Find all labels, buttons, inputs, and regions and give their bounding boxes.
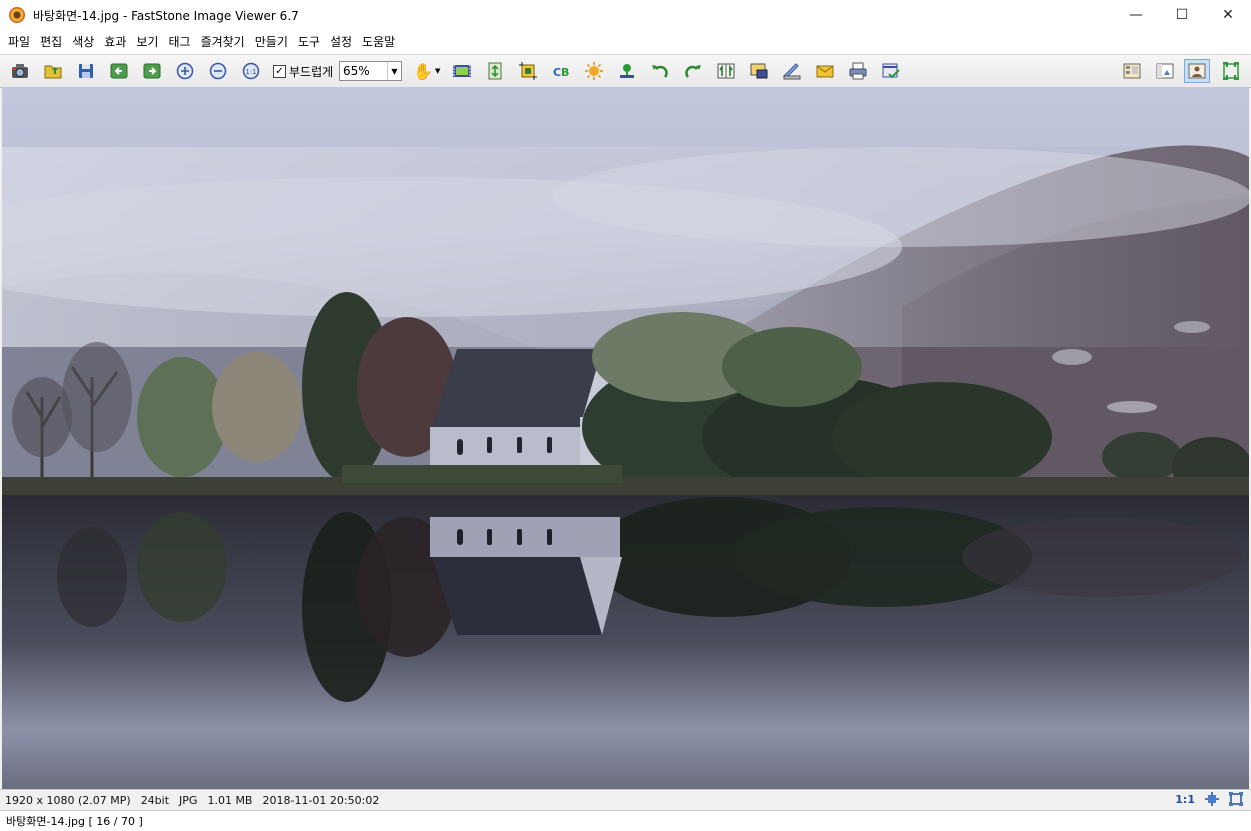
fullscreen-small-icon[interactable] <box>1229 792 1243 806</box>
screen-capture-icon <box>750 63 768 79</box>
menu-settings[interactable]: 설정 <box>325 30 357 54</box>
image-dimensions: 1920 x 1080 (2.07 MP) <box>5 793 131 807</box>
smooth-checkbox[interactable]: ✓ <box>273 65 286 78</box>
menu-favorites[interactable]: 즐겨찾기 <box>196 30 250 54</box>
maximize-button[interactable]: ☐ <box>1159 0 1205 30</box>
chevron-down-icon[interactable]: ▼ <box>387 62 401 80</box>
actual-size-button[interactable]: 1:1 <box>240 60 262 82</box>
menu-bar: 파일 편집 색상 효과 보기 태그 즐겨찾기 만들기 도구 설정 도움말 <box>0 30 1251 55</box>
app-logo-icon <box>9 7 25 23</box>
menu-file[interactable]: 파일 <box>0 30 35 54</box>
resize-button[interactable] <box>484 60 506 82</box>
viewer-layout-button[interactable] <box>1184 59 1210 83</box>
tag-button[interactable] <box>880 60 902 82</box>
actual-size-toggle[interactable]: 1:1 <box>1175 793 1195 806</box>
open-folder-icon <box>44 65 62 79</box>
actual-size-icon: 1:1 <box>242 62 260 80</box>
prev-icon <box>110 63 128 79</box>
resize-icon <box>488 62 502 80</box>
adjust-lighting-button[interactable] <box>583 60 605 82</box>
close-button[interactable]: ✕ <box>1205 0 1251 30</box>
menu-view[interactable]: 보기 <box>131 30 163 54</box>
svg-text:B: B <box>561 66 569 79</box>
zoom-in-icon <box>176 62 194 80</box>
viewer-layout-icon <box>1188 63 1206 79</box>
browser-layout-button[interactable] <box>1152 59 1178 83</box>
browser-layout-icon <box>1156 63 1174 79</box>
open-button[interactable] <box>42 60 64 82</box>
zoom-out-icon <box>209 62 227 80</box>
fullscreen-button[interactable] <box>1218 59 1244 83</box>
scanner-button[interactable] <box>781 60 803 82</box>
color-button[interactable]: CB <box>550 60 572 82</box>
toolbar: 1:1 ✓ 부드럽게 65% ▼ ✋ ▼ CB <box>0 55 1251 88</box>
print-icon <box>849 62 867 80</box>
tag-check-icon <box>882 63 900 79</box>
stamp-icon <box>620 64 634 78</box>
screen-capture-button[interactable] <box>748 60 770 82</box>
print-button[interactable] <box>847 60 869 82</box>
window-title: 바탕화면-14.jpg - FastStone Image Viewer 6.7 <box>33 8 299 23</box>
crop-icon <box>519 62 537 80</box>
file-name-index: 바탕화면-14.jpg [ 16 / 70 ] <box>6 815 143 828</box>
email-icon <box>816 65 834 78</box>
flip-button[interactable] <box>715 60 737 82</box>
rotate-left-icon <box>652 65 668 78</box>
camera-button[interactable] <box>9 60 31 82</box>
menu-edit[interactable]: 편집 <box>35 30 67 54</box>
color-cb-icon: CB <box>553 66 569 79</box>
sun-adjust-icon <box>585 62 603 80</box>
hand-tool-icon[interactable]: ✋ <box>413 62 433 81</box>
next-icon <box>143 63 161 79</box>
prev-button[interactable] <box>108 60 130 82</box>
menu-effects[interactable]: 효과 <box>99 30 131 54</box>
status-bar: 1920 x 1080 (2.07 MP) 24bit JPG 1.01 MB … <box>0 789 1251 810</box>
zoom-out-button[interactable] <box>207 60 229 82</box>
rotate-left-button[interactable] <box>649 60 671 82</box>
save-icon <box>79 64 93 78</box>
thumbnail-layout-icon <box>1123 63 1141 79</box>
save-button[interactable] <box>75 60 97 82</box>
file-format: JPG <box>179 793 198 807</box>
menu-color[interactable]: 색상 <box>67 30 99 54</box>
smooth-label: 부드럽게 <box>289 65 334 79</box>
next-button[interactable] <box>141 60 163 82</box>
stamp-button[interactable] <box>616 60 638 82</box>
thumbnail-layout-button[interactable] <box>1119 59 1145 83</box>
smooth-toggle[interactable]: ✓ 부드럽게 <box>273 63 333 80</box>
rotate-right-icon <box>685 65 701 78</box>
file-datetime: 2018-11-01 20:50:02 <box>262 793 380 807</box>
menu-create[interactable]: 만들기 <box>250 30 293 54</box>
zoom-in-button[interactable] <box>174 60 196 82</box>
camera-icon <box>12 64 28 78</box>
fit-window-icon[interactable] <box>1205 792 1219 806</box>
crop-button[interactable] <box>517 60 539 82</box>
slideshow-button[interactable] <box>451 60 473 82</box>
menu-tags[interactable]: 태그 <box>163 30 195 54</box>
status-controls: 1:1 <box>1175 792 1243 806</box>
minimize-button[interactable]: — <box>1113 0 1159 30</box>
zoom-value: 65% <box>343 64 370 78</box>
title-bar: 바탕화면-14.jpg - FastStone Image Viewer 6.7… <box>0 0 1251 31</box>
fullscreen-icon <box>1223 62 1239 80</box>
menu-help[interactable]: 도움말 <box>357 30 400 54</box>
zoom-select[interactable]: 65% ▼ <box>339 61 402 81</box>
photo-landscape <box>2 87 1249 789</box>
flip-icon <box>717 63 735 79</box>
hand-dropdown-icon[interactable]: ▼ <box>435 67 440 75</box>
file-size: 1.01 MB <box>207 793 253 807</box>
menu-tools[interactable]: 도구 <box>293 30 325 54</box>
email-button[interactable] <box>814 60 836 82</box>
svg-text:1:1: 1:1 <box>245 68 256 76</box>
rotate-right-button[interactable] <box>682 60 704 82</box>
scanner-icon <box>782 63 801 80</box>
bit-depth: 24bit <box>140 793 170 807</box>
image-canvas[interactable] <box>2 87 1249 789</box>
file-info-bar: 바탕화면-14.jpg [ 16 / 70 ] <box>0 810 1251 831</box>
window-controls: — ☐ ✕ <box>1113 0 1251 30</box>
svg-text:C: C <box>553 66 561 79</box>
slideshow-icon <box>453 65 471 77</box>
